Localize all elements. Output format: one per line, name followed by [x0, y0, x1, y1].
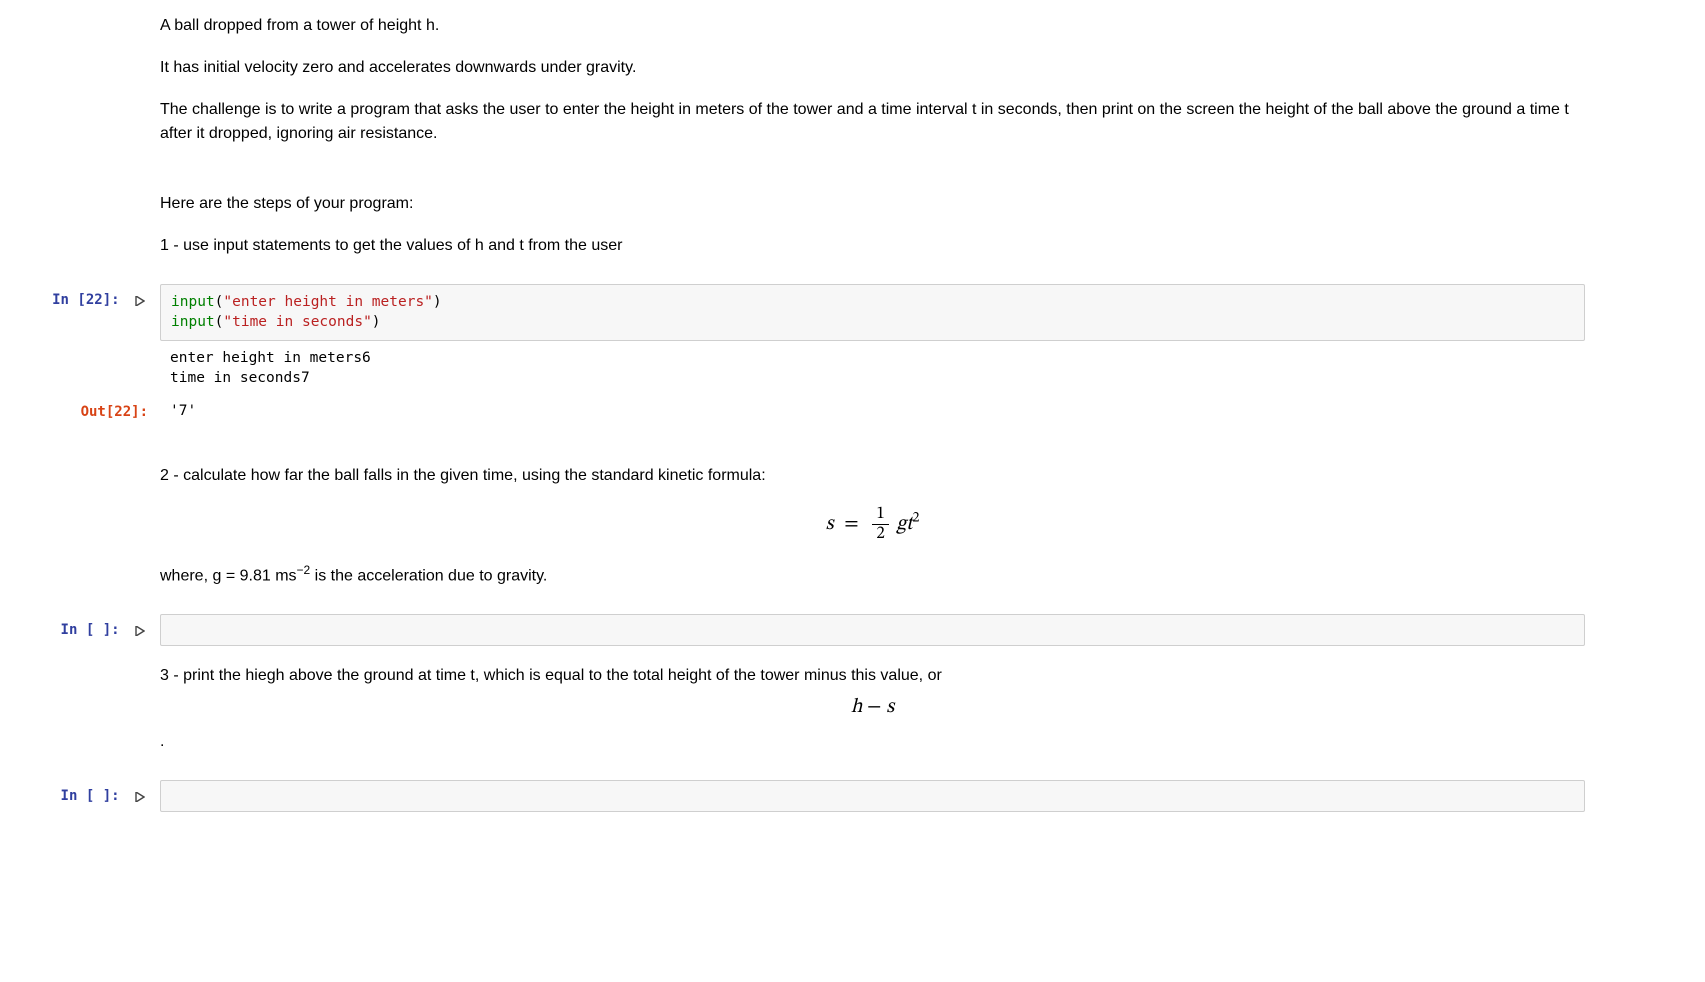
text-superscript: −2 [297, 563, 311, 577]
math-var-h: h [851, 697, 863, 717]
paragraph: 2 - calculate how far the ball falls in … [160, 464, 1585, 488]
paragraph: . [160, 730, 1585, 754]
code-token-builtin: input [171, 314, 215, 330]
code-token-builtin: input [171, 294, 215, 310]
code-content [160, 614, 1705, 646]
code-token-paren: ) [372, 314, 381, 330]
prompt-empty [0, 14, 160, 276]
markdown-content: A ball dropped from a tower of height h.… [160, 14, 1705, 276]
code-cell: In [ ]: [0, 610, 1705, 650]
code-input-area[interactable]: input("enter height in meters") input("t… [160, 284, 1585, 341]
math-minus: − [862, 697, 886, 717]
input-prompt-area: In [ ]: [0, 780, 160, 812]
code-content: input("enter height in meters") input("t… [160, 284, 1705, 388]
paragraph: A ball dropped from a tower of height h. [160, 14, 1585, 38]
markdown-content: 2 - calculate how far the ball falls in … [160, 464, 1705, 606]
run-cell-icon[interactable] [132, 623, 148, 639]
output-cell: Out[22]: '7' [0, 392, 1705, 432]
code-token-paren: ) [433, 294, 442, 310]
math-formula: h − s [160, 692, 1585, 722]
notebook-container: A ball dropped from a tower of height h.… [0, 0, 1705, 826]
markdown-content: 3 - print the hiegh above the ground at … [160, 664, 1705, 772]
input-prompt: In [22]: [52, 292, 119, 308]
code-cell: In [22]: input("enter height in meters")… [0, 280, 1705, 392]
code-content [160, 780, 1705, 812]
execute-result: '7' [160, 396, 1585, 428]
code-cell: In [ ]: [0, 776, 1705, 816]
run-cell-icon[interactable] [132, 789, 148, 805]
code-token-string: "enter height in meters" [223, 294, 433, 310]
code-input-area[interactable] [160, 614, 1585, 646]
paragraph: where, g = 9.81 ms−2 is the acceleration… [160, 561, 1585, 588]
text-span: is the acceleration due to gravity. [310, 567, 547, 584]
input-prompt-area: In [22]: [0, 284, 160, 388]
prompt-empty [0, 664, 160, 772]
math-var-s: s [886, 697, 894, 717]
run-cell-icon[interactable] [132, 293, 148, 309]
paragraph: 1 - use input statements to get the valu… [160, 234, 1585, 258]
math-numerator: 1 [872, 506, 888, 525]
markdown-cell: 2 - calculate how far the ball falls in … [0, 460, 1705, 610]
math-var-s: s [826, 514, 834, 534]
math-fraction: 1 2 [872, 506, 888, 543]
paragraph: Here are the steps of your program: [160, 192, 1585, 216]
input-prompt-area: In [ ]: [0, 614, 160, 646]
input-prompt: In [ ]: [61, 788, 120, 804]
prompt-empty [0, 464, 160, 606]
output-content: '7' [160, 396, 1705, 428]
math-denominator: 2 [872, 525, 888, 543]
output-prompt-area: Out[22]: [0, 396, 160, 428]
math-superscript: 2 [912, 511, 919, 525]
code-input-area[interactable] [160, 780, 1585, 812]
stdout-output: enter height in meters6 time in seconds7 [160, 341, 1585, 388]
math-var-g: g [896, 514, 906, 534]
input-prompt: In [ ]: [61, 622, 120, 638]
markdown-cell: A ball dropped from a tower of height h.… [0, 10, 1705, 280]
text-span: where, g = 9.81 ms [160, 567, 297, 584]
code-token-string: "time in seconds" [223, 314, 371, 330]
math-equals: = [844, 514, 858, 534]
paragraph: 3 - print the hiegh above the ground at … [160, 664, 1585, 688]
markdown-cell: 3 - print the hiegh above the ground at … [0, 660, 1705, 776]
paragraph: It has initial velocity zero and acceler… [160, 56, 1585, 80]
math-formula: s = 1 2 gt2 [160, 506, 1585, 543]
paragraph: The challenge is to write a program that… [160, 98, 1585, 146]
output-prompt: Out[22]: [81, 404, 148, 420]
